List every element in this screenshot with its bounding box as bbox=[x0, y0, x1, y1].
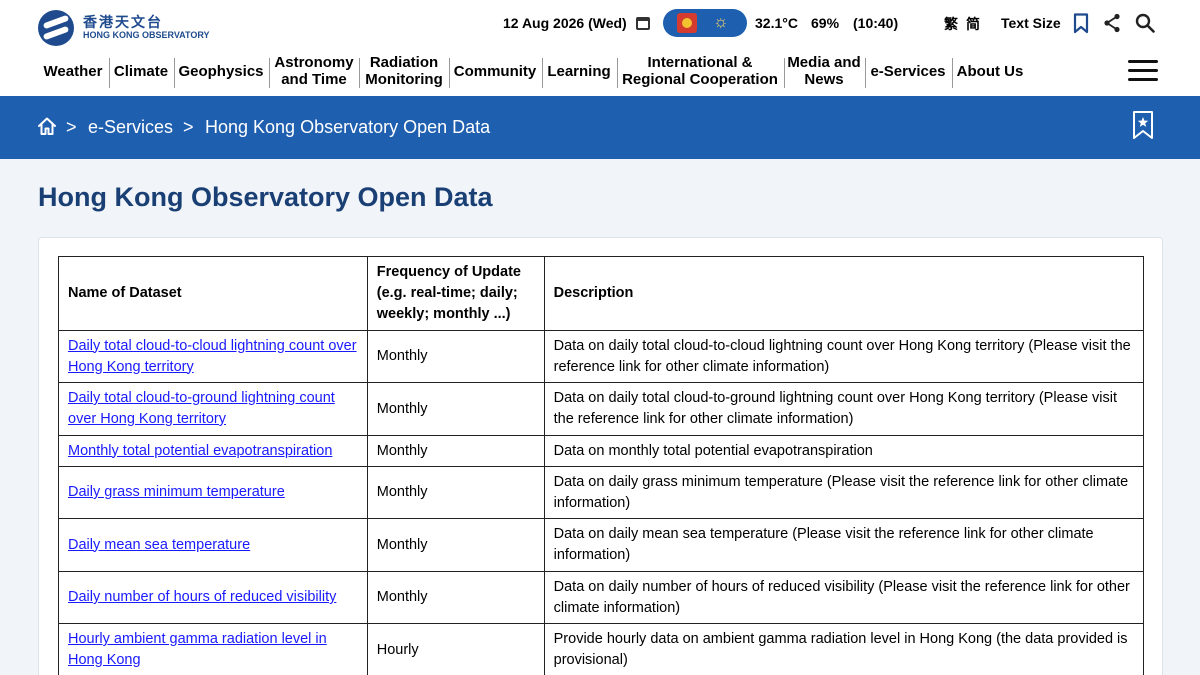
hko-logo-mark-icon bbox=[38, 10, 74, 46]
humidity-reading: 69% bbox=[811, 15, 840, 31]
table-row: Daily number of hours of reduced visibil… bbox=[58, 571, 1145, 624]
bookmark-icon[interactable] bbox=[1073, 13, 1089, 34]
frequency-cell: Monthly bbox=[366, 518, 545, 572]
lang-traditional-chinese-link[interactable]: 繁 bbox=[944, 14, 958, 34]
table-row: Monthly total potential evapotranspirati… bbox=[58, 435, 1145, 467]
nav-divider bbox=[784, 58, 785, 88]
dataset-link[interactable]: Hourly ambient gamma radiation level in … bbox=[68, 631, 327, 668]
table-row: Daily grass minimum temperature Monthly … bbox=[58, 466, 1145, 519]
logo-english-name: HONG KONG OBSERVATORY bbox=[83, 30, 210, 40]
sunny-icon: ☼ bbox=[713, 12, 729, 31]
frequency-cell: Hourly bbox=[366, 623, 545, 675]
dataset-table: Name of Dataset Frequency of Update (e.g… bbox=[58, 256, 1145, 675]
frequency-cell: Monthly bbox=[366, 435, 545, 467]
nav-e-services[interactable]: e-Services bbox=[867, 52, 949, 90]
nav-divider bbox=[269, 58, 270, 88]
observation-time: (10:40) bbox=[853, 15, 899, 31]
frequency-cell: Monthly bbox=[366, 382, 545, 436]
nav-international-regional-cooperation[interactable]: International & Regional Cooperation bbox=[619, 52, 781, 90]
dataset-name-cell: Daily mean sea temperature bbox=[58, 518, 368, 572]
menu-hamburger-icon[interactable] bbox=[1128, 60, 1158, 82]
weather-status-pill[interactable]: ☼ bbox=[663, 9, 747, 37]
main-content: Hong Kong Observatory Open Data Name of … bbox=[0, 159, 1200, 675]
description-cell: Data on daily total cloud-to-cloud light… bbox=[543, 330, 1145, 383]
nav-divider bbox=[865, 58, 866, 88]
dataset-card: Name of Dataset Frequency of Update (e.g… bbox=[38, 237, 1163, 675]
nav-learning[interactable]: Learning bbox=[544, 52, 614, 90]
breadcrumb-bar: > e-Services > Hong Kong Observatory Ope… bbox=[0, 96, 1200, 159]
column-header-description: Description bbox=[543, 256, 1145, 331]
table-row: Daily total cloud-to-cloud lightning cou… bbox=[58, 330, 1145, 383]
description-cell: Provide hourly data on ambient gamma rad… bbox=[543, 623, 1145, 675]
nav-divider bbox=[449, 58, 450, 88]
dataset-link[interactable]: Monthly total potential evapotranspirati… bbox=[68, 443, 332, 459]
nav-divider bbox=[952, 58, 953, 88]
page-title: Hong Kong Observatory Open Data bbox=[38, 182, 493, 212]
dataset-link[interactable]: Daily total cloud-to-cloud lightning cou… bbox=[68, 338, 357, 375]
nav-divider bbox=[542, 58, 543, 88]
lang-simplified-chinese-link[interactable]: 简 bbox=[966, 14, 980, 34]
column-header-name: Name of Dataset bbox=[58, 256, 368, 331]
text-size-button[interactable]: Text Size bbox=[1001, 15, 1061, 31]
dataset-link[interactable]: Daily grass minimum temperature bbox=[68, 484, 285, 500]
weather-warning-icon bbox=[677, 13, 697, 33]
dataset-link[interactable]: Daily total cloud-to-ground lightning co… bbox=[68, 390, 335, 427]
breadcrumb-separator: > bbox=[183, 117, 194, 137]
calendar-icon[interactable] bbox=[636, 17, 650, 30]
nav-astronomy-and-time[interactable]: Astronomy and Time bbox=[271, 52, 357, 90]
current-date: 12 Aug 2026 (Wed) bbox=[503, 15, 627, 31]
top-bar: 香港天文台 HONG KONG OBSERVATORY 12 Aug 2026 … bbox=[0, 0, 1200, 48]
description-cell: Data on daily grass minimum temperature … bbox=[543, 466, 1145, 519]
breadcrumb-e-services[interactable]: e-Services bbox=[88, 117, 173, 138]
bookmark-star-icon[interactable] bbox=[1132, 110, 1154, 140]
frequency-cell: Monthly bbox=[366, 330, 545, 383]
dataset-name-cell: Daily total cloud-to-cloud lightning cou… bbox=[58, 330, 368, 383]
nav-weather[interactable]: Weather bbox=[40, 52, 106, 90]
table-header-row: Name of Dataset Frequency of Update (e.g… bbox=[58, 256, 1145, 331]
nav-divider bbox=[174, 58, 175, 88]
dataset-name-cell: Daily number of hours of reduced visibil… bbox=[58, 571, 368, 624]
temperature-reading: 32.1°C bbox=[755, 15, 798, 31]
home-icon[interactable] bbox=[37, 116, 57, 136]
column-header-frequency: Frequency of Update (e.g. real-time; dai… bbox=[366, 256, 545, 331]
table-row: Daily total cloud-to-ground lightning co… bbox=[58, 382, 1145, 436]
logo-chinese-name: 香港天文台 bbox=[83, 15, 163, 31]
dataset-name-cell: Daily total cloud-to-ground lightning co… bbox=[58, 382, 368, 436]
share-icon[interactable] bbox=[1103, 13, 1121, 33]
breadcrumb-current-page: Hong Kong Observatory Open Data bbox=[205, 117, 491, 137]
description-cell: Data on daily total cloud-to-ground ligh… bbox=[543, 382, 1145, 436]
dataset-link[interactable]: Daily number of hours of reduced visibil… bbox=[68, 589, 336, 605]
dataset-name-cell: Monthly total potential evapotranspirati… bbox=[58, 435, 368, 467]
main-nav: Weather Climate Geophysics Astronomy and… bbox=[0, 52, 1200, 92]
frequency-cell: Monthly bbox=[366, 466, 545, 519]
dataset-name-cell: Daily grass minimum temperature bbox=[58, 466, 368, 519]
nav-divider bbox=[359, 58, 360, 88]
nav-divider bbox=[109, 58, 110, 88]
nav-media-and-news[interactable]: Media and News bbox=[786, 52, 862, 90]
description-cell: Data on monthly total potential evapotra… bbox=[543, 435, 1145, 467]
search-icon[interactable] bbox=[1135, 13, 1155, 33]
nav-geophysics[interactable]: Geophysics bbox=[176, 52, 266, 90]
description-cell: Data on daily number of hours of reduced… bbox=[543, 571, 1145, 624]
nav-climate[interactable]: Climate bbox=[111, 52, 171, 90]
table-row: Daily mean sea temperature Monthly Data … bbox=[58, 518, 1145, 572]
dataset-link[interactable]: Daily mean sea temperature bbox=[68, 537, 250, 553]
breadcrumb-separator: > bbox=[66, 117, 77, 137]
frequency-cell: Monthly bbox=[366, 571, 545, 624]
description-cell: Data on daily mean sea temperature (Plea… bbox=[543, 518, 1145, 572]
nav-divider bbox=[617, 58, 618, 88]
nav-radiation-monitoring[interactable]: Radiation Monitoring bbox=[361, 52, 447, 90]
hko-logo[interactable]: 香港天文台 HONG KONG OBSERVATORY bbox=[38, 10, 218, 48]
dataset-name-cell: Hourly ambient gamma radiation level in … bbox=[58, 623, 368, 675]
nav-about-us[interactable]: About Us bbox=[954, 52, 1026, 90]
table-row: Hourly ambient gamma radiation level in … bbox=[58, 623, 1145, 675]
nav-community[interactable]: Community bbox=[451, 52, 539, 90]
